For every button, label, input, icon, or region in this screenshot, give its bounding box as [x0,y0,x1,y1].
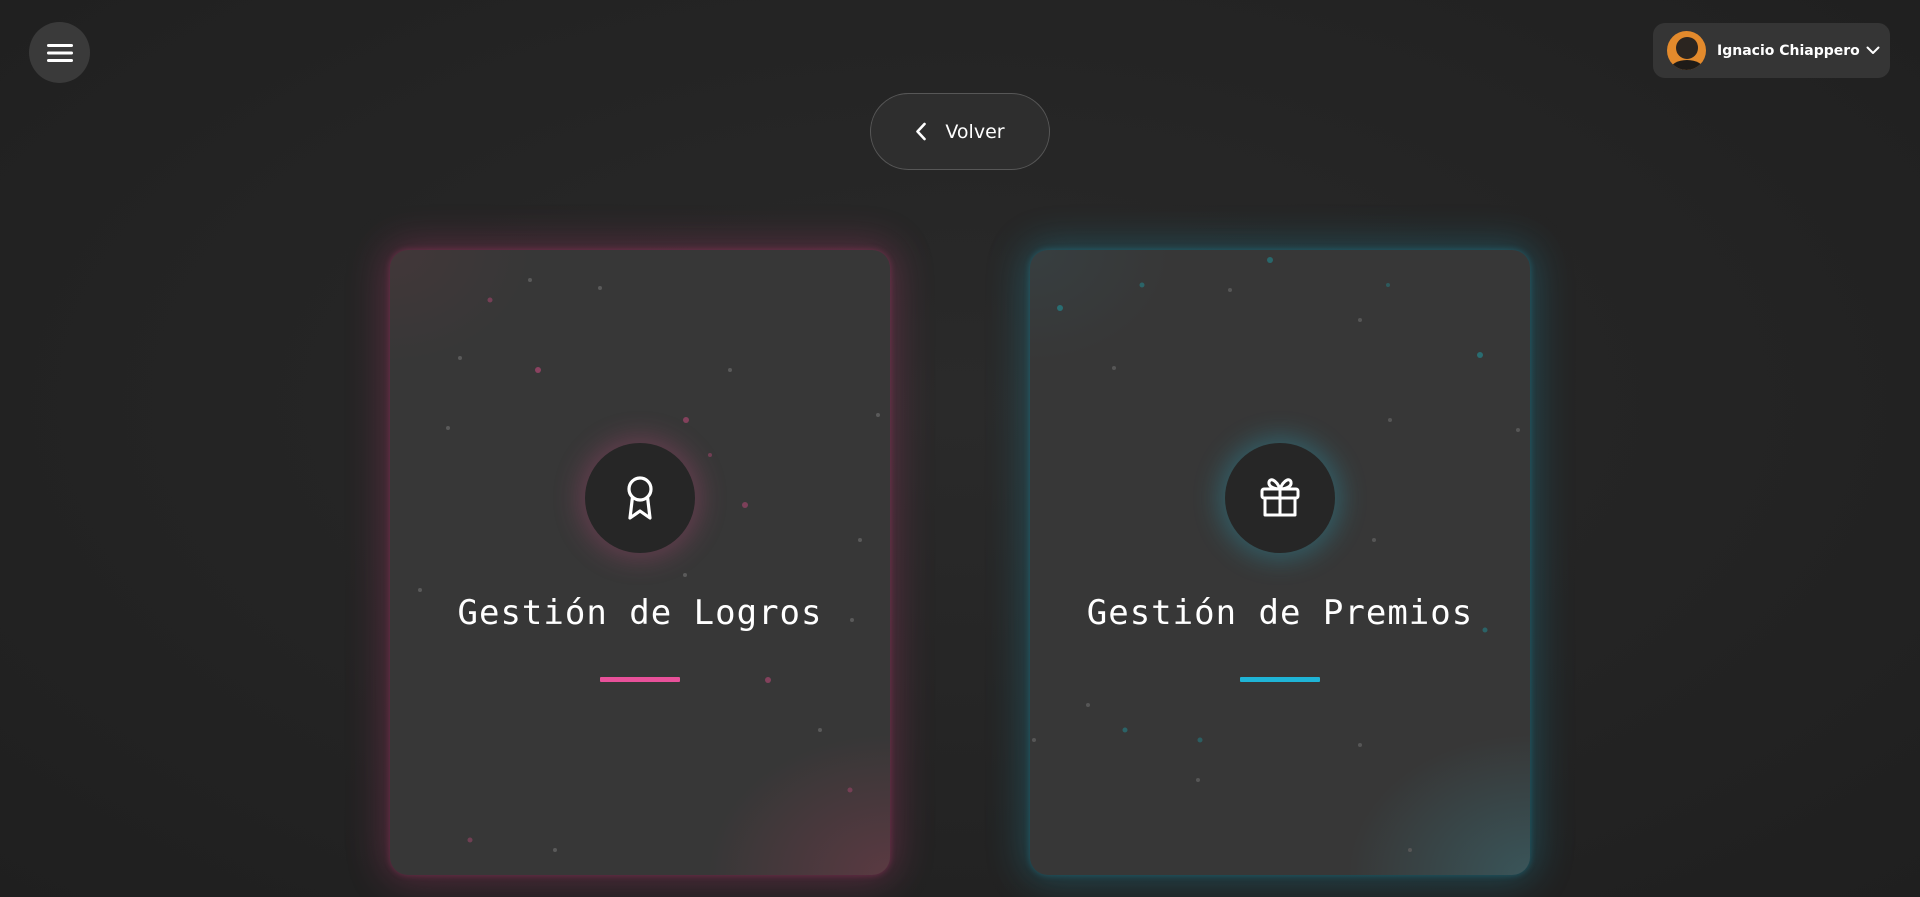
prizes-icon-badge [1225,443,1335,553]
card-prizes[interactable]: Gestión de Premios [1030,250,1530,875]
card-achievements[interactable]: Gestión de Logros [390,250,890,875]
particles-decoration [418,278,880,852]
achievements-icon-badge [585,443,695,553]
avatar [1667,31,1706,70]
award-ribbon-icon [627,476,653,520]
chevron-left-icon [916,122,927,141]
page: Ignacio Chiappero Volver Gestión de Logr… [0,0,1920,897]
particles-decoration [1032,257,1520,852]
accent-bar-pink [600,677,680,682]
gift-icon [1260,478,1300,517]
chevron-down-icon [1866,46,1880,54]
user-menu[interactable]: Ignacio Chiappero [1653,23,1890,78]
back-button-label: Volver [945,120,1005,143]
user-name: Ignacio Chiappero [1717,42,1860,59]
card-title-achievements: Gestión de Logros [457,593,823,633]
menu-button[interactable] [29,22,90,83]
back-button[interactable]: Volver [870,93,1050,170]
accent-bar-cyan [1240,677,1320,682]
hamburger-icon [46,43,73,62]
card-title-prizes: Gestión de Premios [1086,593,1474,633]
